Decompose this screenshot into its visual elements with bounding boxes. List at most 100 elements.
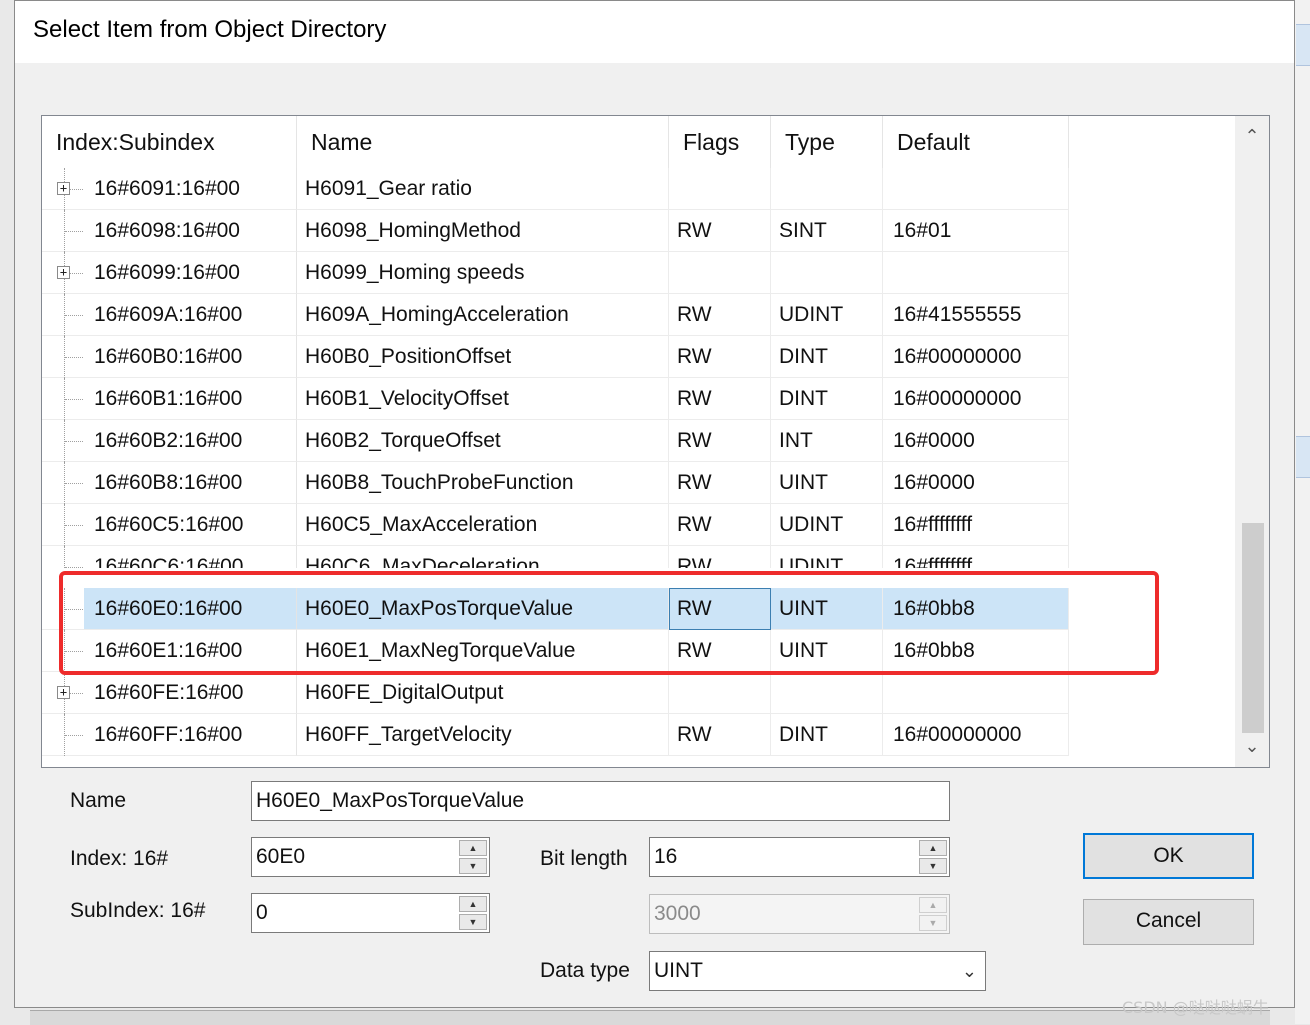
subindex-input-value: 0 [256, 901, 268, 924]
row-flags-cell: RW [669, 546, 771, 568]
ok-button[interactable]: OK [1083, 833, 1254, 879]
row-index-text: 16#6098:16#00 [94, 219, 240, 242]
title-bar: Select Item from Object Directory [15, 1, 1294, 63]
column-header-type[interactable]: Type [771, 116, 883, 168]
row-default-cell: 16#00000000 [883, 378, 1069, 420]
spin-up-icon[interactable]: ▲ [459, 896, 487, 912]
name-field-value: H60E0_MaxPosTorqueValue [256, 789, 525, 812]
name-field[interactable]: H60E0_MaxPosTorqueValue [251, 781, 950, 821]
row-type-cell: UINT [771, 630, 883, 672]
spin-down-icon[interactable]: ▼ [459, 858, 487, 874]
cancel-button[interactable]: Cancel [1083, 899, 1254, 945]
row-name-cell: H609A_HomingAcceleration [297, 294, 669, 336]
tree-connector [65, 525, 83, 526]
row-name-cell: H60C5_MaxAcceleration [297, 504, 669, 546]
column-header-index[interactable]: Index:Subindex [42, 116, 297, 168]
row-default-cell: 16#ffffffff [883, 504, 1069, 546]
tree-connector [65, 483, 83, 484]
table-row[interactable]: 16#60C5:16#00 H60C5_MaxAcceleration RW UDIN… [42, 504, 1242, 546]
row-index-cell: 16#6098:16#00 [42, 210, 297, 252]
table-row[interactable]: 16#60B8:16#00 H60B8_TouchProbeFunction RW U… [42, 462, 1242, 504]
row-type-cell: DINT [771, 378, 883, 420]
row-type-cell: INT [771, 420, 883, 462]
table-row[interactable]: +16#60FE:16#00 H60FE_DigitalOutput [42, 672, 1242, 714]
subindex-input[interactable]: 0 ▲ ▼ [251, 893, 490, 933]
row-index-cell: 16#60C5:16#00 [42, 504, 297, 546]
row-flags-cell: RW [669, 378, 771, 420]
expand-icon[interactable]: + [57, 266, 70, 279]
spin-up-icon[interactable]: ▲ [459, 840, 487, 856]
table-row[interactable]: 16#60B0:16#00 H60B0_PositionOffset RW DINT 1… [42, 336, 1242, 378]
index-spinner[interactable]: ▲ ▼ [459, 840, 487, 874]
datatype-label: Data type [540, 959, 630, 982]
scroll-up-icon[interactable]: ⌃ [1235, 120, 1269, 154]
row-index-cell: 16#60B2:16#00 [42, 420, 297, 462]
index-input[interactable]: 60E0 ▲ ▼ [251, 837, 490, 877]
background-panel [30, 1010, 1270, 1025]
index-label: Index: 16# [70, 847, 169, 870]
tree-connector [65, 735, 83, 736]
row-index-cell: 16#60B0:16#00 [42, 336, 297, 378]
table-row[interactable]: 16#6098:16#00 H6098_HomingMethod RW SINT 16#… [42, 210, 1242, 252]
datatype-select[interactable]: UINT ⌄ [649, 951, 986, 991]
table-row[interactable]: 16#60E0:16#00 H60E0_MaxPosTorqueValue RW UI… [42, 588, 1242, 630]
row-name-cell: H60B8_TouchProbeFunction [297, 462, 669, 504]
expand-icon[interactable]: + [57, 686, 70, 699]
row-name-cell: H6098_HomingMethod [297, 210, 669, 252]
spin-up-icon: ▲ [919, 897, 947, 913]
column-header-name[interactable]: Name [297, 116, 669, 168]
row-type-cell: UDINT [771, 294, 883, 336]
row-default-cell: 16#0000 [883, 462, 1069, 504]
disabled-spinner: ▲ ▼ [919, 897, 947, 931]
tree-line [64, 546, 66, 568]
row-index-text: 16#60FE:16#00 [94, 681, 244, 704]
bitlength-spinner[interactable]: ▲ ▼ [919, 840, 947, 874]
chevron-down-icon[interactable]: ⌄ [962, 952, 977, 990]
column-header-default[interactable]: Default [883, 116, 1069, 168]
table-row[interactable]: 16#60B1:16#00 H60B1_VelocityOffset RW DINT 1… [42, 378, 1242, 420]
table-row[interactable]: 16#609A:16#00 H609A_HomingAcceleration RW U… [42, 294, 1242, 336]
row-flags-cell: RW [669, 588, 771, 630]
table-row[interactable]: 16#60E1:16#00 H60E1_MaxNegTorqueValue RW UI… [42, 630, 1242, 672]
row-index-text: 16#60B2:16#00 [94, 429, 243, 452]
dialog-title: Select Item from Object Directory [33, 16, 387, 43]
index-input-value: 60E0 [256, 845, 306, 868]
row-type-cell: SINT [771, 210, 883, 252]
subindex-spinner[interactable]: ▲ ▼ [459, 896, 487, 930]
spin-up-icon[interactable]: ▲ [919, 840, 947, 856]
vertical-scrollbar[interactable]: ⌃ ⌄ [1235, 116, 1269, 767]
row-index-cell: 16#60B1:16#00 [42, 378, 297, 420]
scroll-down-icon[interactable]: ⌄ [1235, 730, 1269, 764]
bitlength-label: Bit length [540, 847, 628, 870]
tree-connector [65, 651, 83, 652]
table-row[interactable]: 16#60B2:16#00 H60B2_TorqueOffset RW INT 16#0… [42, 420, 1242, 462]
row-name-cell: H60B2_TorqueOffset [297, 420, 669, 462]
scrollbar-thumb[interactable] [1242, 523, 1264, 733]
row-type-cell: UINT [771, 462, 883, 504]
subindex-label: SubIndex: 16# [70, 899, 206, 922]
row-type-cell: DINT [771, 714, 883, 756]
row-default-cell [883, 168, 1069, 210]
row-flags-cell [669, 672, 771, 714]
row-type-cell [771, 168, 883, 210]
row-type-cell: UINT [771, 588, 883, 630]
tree-connector [65, 231, 83, 232]
row-type-cell: UDINT [771, 546, 883, 568]
column-header-flags[interactable]: Flags [669, 116, 771, 168]
row-default-cell: 16#00000000 [883, 714, 1069, 756]
spin-down-icon[interactable]: ▼ [459, 914, 487, 930]
spin-down-icon[interactable]: ▼ [919, 858, 947, 874]
table-row[interactable]: +16#6091:16#00 H6091_Gear ratio [42, 168, 1242, 210]
background-strip [1296, 436, 1310, 478]
table-row[interactable]: +16#6099:16#00 H6099_Homing speeds [42, 252, 1242, 294]
table-row[interactable]: 16#60FF:16#00 H60FF_TargetVelocity RW DINT 1… [42, 714, 1242, 756]
watermark: CSDN @哒哒哒蜗牛 [1122, 998, 1269, 1017]
row-type-cell [771, 252, 883, 294]
row-flags-cell: RW [669, 420, 771, 462]
bitlength-input-value: 16 [654, 845, 678, 868]
expand-icon[interactable]: + [57, 182, 70, 195]
bitlength-input[interactable]: 16 ▲ ▼ [649, 837, 950, 877]
row-index-cell: 16#60B8:16#00 [42, 462, 297, 504]
table-row[interactable]: 16#60C6:16#00 H60C6_MaxDeceleration RW UDIN… [42, 546, 1242, 568]
object-list[interactable]: Index:Subindex Name Flags Type Default +… [41, 115, 1270, 768]
